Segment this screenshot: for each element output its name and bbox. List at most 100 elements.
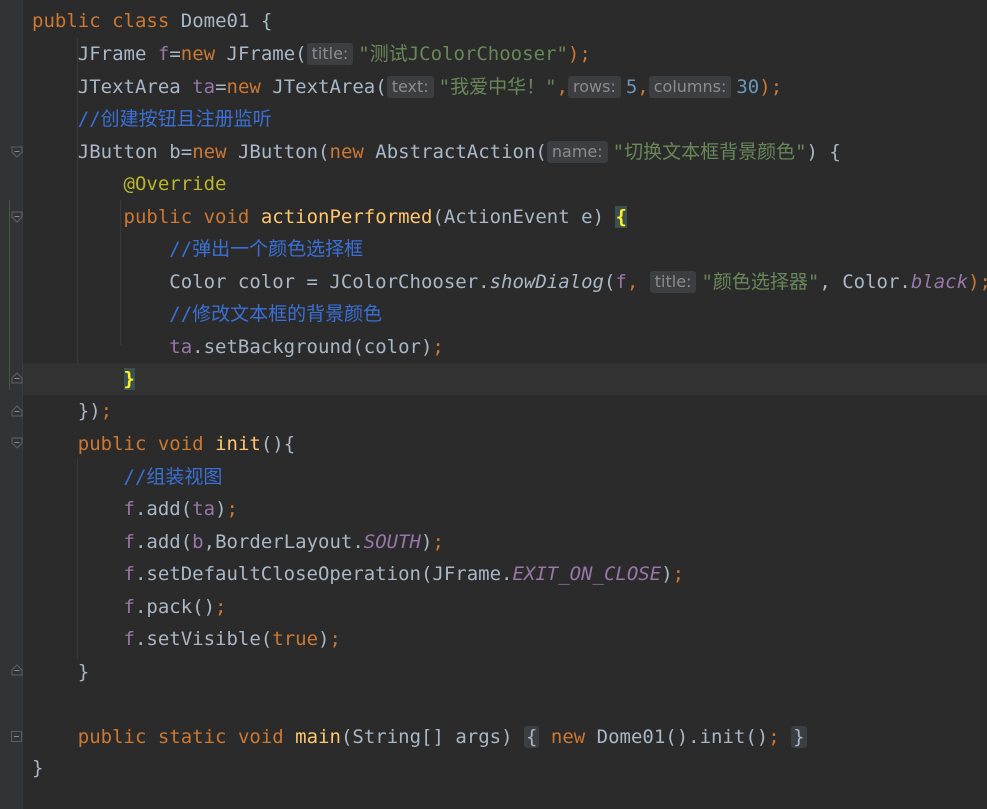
field-name: ta [169, 336, 193, 358]
comment-text: 修改文本框的背景颜色 [192, 303, 383, 325]
keyword: class [112, 10, 170, 32]
folded-brace[interactable]: { [523, 726, 540, 748]
code-line[interactable]: @Override [32, 168, 227, 200]
parameter-hint: text: [386, 76, 434, 98]
keyword: public [77, 726, 147, 748]
keyword: new [192, 141, 227, 163]
method-call: .setVisible( [134, 628, 273, 650]
matched-brace: { [615, 206, 627, 228]
folded-brace[interactable]: } [791, 726, 807, 748]
parameter-hint: rows: [568, 76, 621, 98]
field-name: b [169, 141, 181, 163]
static-field: EXIT_ON_CLOSE [512, 563, 662, 585]
comma: , [637, 76, 649, 98]
keyword: void [203, 206, 250, 228]
code-line[interactable]: public void actionPerformed(ActionEvent … [32, 201, 627, 233]
statement-end: ); [968, 271, 987, 293]
field-name: ta [192, 76, 216, 98]
code-line[interactable]: JButton b=new JButton(new AbstractAction… [32, 136, 841, 168]
code-line[interactable]: } [32, 363, 135, 395]
comment-marker: // [169, 238, 193, 260]
constructor-call: JButton( [237, 141, 330, 163]
comment-text: 组装视图 [146, 466, 223, 488]
statement-end: ; [672, 563, 685, 585]
code-line[interactable]: public void init(){ [32, 428, 295, 460]
code-line[interactable]: public static void main(String[] args) {… [32, 721, 807, 753]
type-name: JTextArea [77, 76, 181, 98]
fold-collapsed-icon[interactable] [11, 731, 22, 742]
class-name: AbstractAction( [375, 141, 547, 163]
annotation: @Override [123, 173, 227, 195]
paren: ) [318, 628, 330, 650]
brace: } [77, 661, 90, 683]
parameter-hint: title: [649, 271, 697, 293]
code-line[interactable]: } [32, 656, 89, 688]
field-name: f [123, 628, 135, 650]
comment-marker: // [123, 466, 147, 488]
code-line[interactable]: //修改文本框的背景颜色 [32, 298, 382, 330]
keyword: public [77, 433, 147, 455]
statement-end: ); [759, 76, 783, 98]
constructor-call: JTextArea( [272, 76, 387, 98]
comment-text: 创建按钮且注册监听 [100, 108, 272, 130]
class-name: Dome01 [180, 10, 250, 32]
static-field: SOUTH [363, 531, 421, 553]
code-editor[interactable]: public class Dome01 { JFrame f=new JFram… [0, 0, 987, 809]
fold-end-icon[interactable] [11, 372, 23, 384]
fold-expanded-icon[interactable] [11, 211, 23, 223]
keyword: new [550, 726, 586, 748]
statement-end: ; [226, 498, 238, 520]
code-line[interactable]: public class Dome01 { [32, 5, 272, 37]
comma: , [556, 76, 568, 98]
code-line[interactable]: }); [32, 395, 112, 427]
code-line[interactable]: f.setVisible(true); [32, 623, 341, 655]
code-line[interactable]: //创建按钮且注册监听 [32, 103, 272, 135]
string-literal: "颜色选择器" [701, 271, 820, 293]
code-line[interactable]: //组装视图 [32, 461, 223, 493]
statement-end: ; [768, 726, 780, 748]
method-name: init [215, 433, 261, 455]
method-call: .add( [134, 531, 193, 553]
parameter-list: (ActionEvent e) [432, 206, 616, 228]
field-name: f [157, 43, 170, 65]
code-line[interactable]: //弹出一个颜色选择框 [32, 233, 363, 265]
statement-end: ; [100, 400, 113, 422]
code-line[interactable]: f.setDefaultCloseOperation(JFrame.EXIT_O… [32, 558, 685, 590]
code-line[interactable]: } [32, 752, 43, 784]
expression: Color color = JColorChooser. [169, 271, 490, 293]
fold-expanded-icon[interactable] [11, 146, 23, 158]
string-literal: "我爱中华！" [438, 76, 557, 98]
closing-paren: }) [77, 400, 101, 422]
code-line[interactable]: JFrame f=new JFrame(title: "测试JColorChoos… [32, 38, 591, 70]
code-line[interactable]: ta.setBackground(color); [32, 331, 444, 363]
type-name: JFrame [77, 43, 147, 65]
method-call: .pack() [134, 596, 216, 618]
parameter-list: (String[] args) [340, 726, 513, 748]
constructor-call: JFrame( [226, 43, 307, 65]
number-literal: 30 [736, 76, 760, 98]
code-line[interactable]: Color color = JColorChooser.showDialog(f… [32, 266, 987, 298]
keyword: void [237, 726, 284, 748]
field-name: ta [192, 498, 216, 520]
type-name: JButton [77, 141, 158, 163]
field-name: f [123, 531, 135, 553]
fold-end-icon[interactable] [11, 405, 23, 417]
code-line[interactable]: f.add(b,BorderLayout.SOUTH); [32, 526, 444, 558]
field-name: f [123, 563, 135, 585]
code-line[interactable]: f.pack(); [32, 591, 227, 623]
comment-marker: // [169, 303, 193, 325]
fold-end-icon[interactable] [11, 664, 23, 676]
paren: ) [215, 498, 227, 520]
field-name: b [192, 531, 204, 553]
fold-expanded-icon[interactable] [11, 437, 23, 449]
keyword: new [226, 76, 261, 98]
code-line[interactable]: f.add(ta); [32, 493, 238, 525]
keyword: public [32, 10, 101, 32]
brace: } [32, 757, 44, 779]
parameter-hint: name: [546, 141, 608, 163]
field-name: f [123, 498, 135, 520]
static-method: showDialog [489, 271, 604, 293]
method-name: actionPerformed [260, 206, 433, 228]
code-line[interactable]: JTextArea ta=new JTextArea(text: "我爱中华！",… [32, 71, 782, 103]
keyword: new [329, 141, 364, 163]
